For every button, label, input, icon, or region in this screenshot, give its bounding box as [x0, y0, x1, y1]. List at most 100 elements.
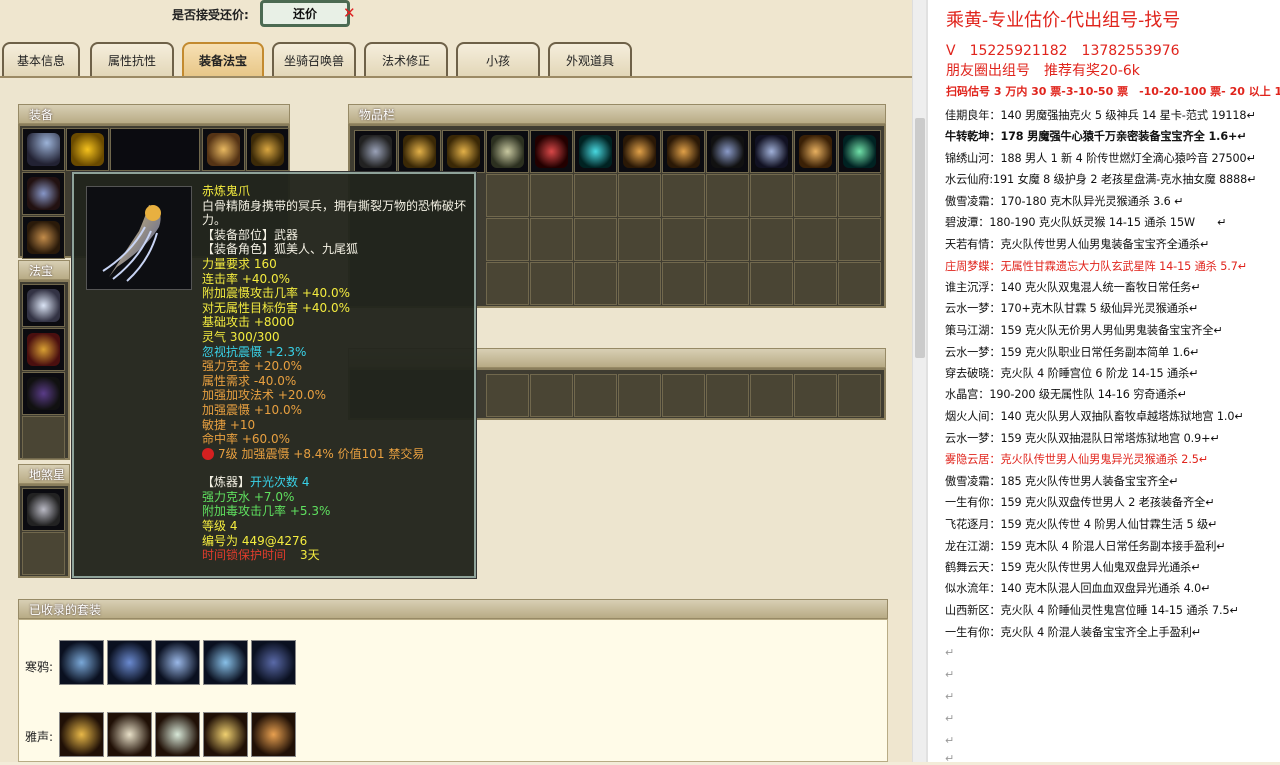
inventory-slot[interactable]: [574, 262, 617, 305]
inventory-slot[interactable]: [530, 218, 573, 261]
scan-price-line: 扫码估号 3 万内 30 票-3-10-50 票 -10-20-100 票- 2…: [946, 85, 1280, 98]
tab-attributes[interactable]: 属性抗性: [90, 42, 174, 76]
inventory-slot[interactable]: [442, 130, 485, 173]
tab-children[interactable]: 小孩: [456, 42, 540, 76]
set-piece-icon[interactable]: [203, 640, 248, 685]
equip-slot[interactable]: [66, 128, 109, 171]
boots-icon: [491, 135, 524, 168]
close-icon[interactable]: ✕: [343, 4, 356, 22]
inventory-slot[interactable]: [662, 130, 705, 173]
magic-slot[interactable]: [22, 328, 65, 371]
jade-orb-icon: [843, 135, 876, 168]
inventory-slot[interactable]: [794, 262, 837, 305]
listing-entry: 龙在江湖：159 克木队 4 阶混人日常任务副本接手盈利↵: [945, 540, 1226, 553]
robe-icon: [755, 135, 788, 168]
inventory-slot[interactable]: [574, 174, 617, 217]
inventory-slot[interactable]: [662, 174, 705, 217]
red-ribbon-icon: [535, 135, 568, 168]
tab-equipment[interactable]: 装备法宝: [182, 42, 264, 76]
inventory-slot[interactable]: [530, 262, 573, 305]
equip-slot[interactable]: [22, 216, 65, 259]
inventory-slot[interactable]: [750, 262, 793, 305]
magic-slot[interactable]: [22, 372, 65, 415]
equip-slot[interactable]: [202, 128, 245, 171]
inventory-slot[interactable]: [618, 130, 661, 173]
inventory-slot[interactable]: [486, 130, 529, 173]
set-piece-icon[interactable]: [59, 712, 104, 757]
protect-label: 时间锁保护时间: [202, 548, 287, 563]
equip-slot[interactable]: [246, 128, 289, 171]
set-piece-icon[interactable]: [251, 640, 296, 685]
inventory-slot[interactable]: [574, 130, 617, 173]
inventory-slot[interactable]: [750, 218, 793, 261]
earth-slot[interactable]: [22, 532, 65, 575]
inventory-slot[interactable]: [706, 262, 749, 305]
scrollbar[interactable]: [912, 0, 926, 762]
inventory-slot[interactable]: [574, 218, 617, 261]
inventory-slot[interactable]: [486, 218, 529, 261]
storage-slot[interactable]: [662, 374, 705, 417]
counter-offer-button[interactable]: 还价: [260, 0, 350, 27]
equip-slot[interactable]: [110, 128, 200, 171]
earth-slot[interactable]: [22, 488, 65, 531]
magic-slot[interactable]: [22, 416, 65, 459]
inventory-slot[interactable]: [530, 130, 573, 173]
storage-slot[interactable]: [486, 374, 529, 417]
stat-line: 力量要求 160: [202, 256, 277, 271]
storage-slot[interactable]: [706, 374, 749, 417]
equip-slot[interactable]: [22, 128, 65, 171]
storage-slot[interactable]: [750, 374, 793, 417]
inventory-slot[interactable]: [618, 218, 661, 261]
inventory-slot[interactable]: [794, 174, 837, 217]
inventory-slot[interactable]: [794, 130, 837, 173]
inventory-slot[interactable]: [398, 130, 441, 173]
listing-entry: 山西新区：克火队 4 阶睡仙灵性鬼宫位睡 14-15 通杀 7.5↵: [945, 604, 1239, 617]
inventory-slot[interactable]: [486, 174, 529, 217]
inventory-slot[interactable]: [838, 218, 881, 261]
inventory-slot[interactable]: [662, 262, 705, 305]
protect-time: 时间锁保护时间 3天: [202, 548, 472, 563]
gem-text: 7级 加强震慑 +8.4% 价值101 禁交易: [218, 446, 425, 461]
inventory-slot[interactable]: [706, 130, 749, 173]
inventory-slot[interactable]: [706, 218, 749, 261]
tab-appearance[interactable]: 外观道具: [548, 42, 632, 76]
storage-slot[interactable]: [574, 374, 617, 417]
equip-slot[interactable]: [22, 172, 65, 215]
inventory-slot[interactable]: [354, 130, 397, 173]
item-description: 白骨精随身携带的冥兵，拥有撕裂万物的恐怖破坏: [202, 198, 467, 213]
set-piece-icon[interactable]: [59, 640, 104, 685]
inventory-slot[interactable]: [706, 174, 749, 217]
scroll-thumb[interactable]: [915, 118, 925, 358]
inventory-slot[interactable]: [750, 174, 793, 217]
inventory-slot[interactable]: [486, 262, 529, 305]
inventory-slot[interactable]: [838, 130, 881, 173]
accept-counter-label: 是否接受还价:: [172, 8, 249, 22]
tab-basic-info[interactable]: 基本信息: [2, 42, 80, 76]
set-piece-icon[interactable]: [155, 712, 200, 757]
storage-slot[interactable]: [618, 374, 661, 417]
inventory-slot[interactable]: [838, 262, 881, 305]
gold-flower-icon: [71, 133, 104, 166]
inventory-slot[interactable]: [618, 262, 661, 305]
stat-line-bonus: 命中率 +60.0%: [202, 432, 290, 447]
set-piece-icon[interactable]: [203, 712, 248, 757]
inventory-slot[interactable]: [530, 174, 573, 217]
set-piece-icon[interactable]: [107, 712, 152, 757]
set-piece-icon[interactable]: [107, 640, 152, 685]
magic-slot[interactable]: [22, 284, 65, 327]
listing-entry: 水晶宫：190-200 级无属性队 14-16 穷奇通杀↵: [945, 388, 1187, 401]
storage-slot[interactable]: [838, 374, 881, 417]
tab-mounts-pets[interactable]: 坐骑召唤兽: [272, 42, 356, 76]
charm-icon: [579, 135, 612, 168]
inventory-slot[interactable]: [750, 130, 793, 173]
inventory-slot[interactable]: [618, 174, 661, 217]
inventory-slot[interactable]: [794, 218, 837, 261]
tab-spell-correction[interactable]: 法术修正: [364, 42, 448, 76]
scroll-icon: [27, 333, 60, 366]
set-piece-icon[interactable]: [251, 712, 296, 757]
storage-slot[interactable]: [530, 374, 573, 417]
storage-slot[interactable]: [794, 374, 837, 417]
inventory-slot[interactable]: [838, 174, 881, 217]
set-piece-icon[interactable]: [155, 640, 200, 685]
inventory-slot[interactable]: [662, 218, 705, 261]
